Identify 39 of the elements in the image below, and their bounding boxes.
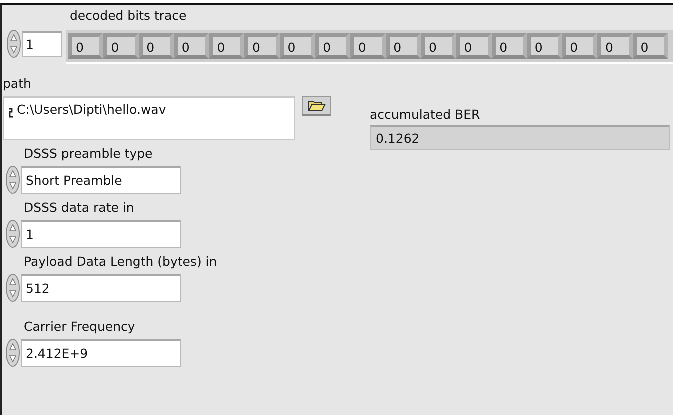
input-field[interactable]: 512	[21, 274, 181, 302]
increment-arrows-icon[interactable]	[6, 274, 20, 302]
increment-arrows-icon[interactable]	[6, 339, 20, 367]
path-label: path	[3, 76, 32, 92]
input-field[interactable]: Short Preamble	[21, 166, 181, 194]
increment-arrows-icon[interactable]	[7, 30, 21, 58]
array-element: 0	[209, 33, 244, 59]
path-value: C:\Users\Dipti\hello.wav	[17, 102, 166, 117]
array-element: 0	[350, 33, 386, 59]
index-field[interactable]: 1	[22, 31, 62, 57]
increment-arrows-icon[interactable]	[6, 220, 20, 248]
indicator-label: accumulated BER	[370, 107, 480, 123]
array-element: 0	[315, 33, 350, 59]
input-field[interactable]: 1	[21, 220, 181, 248]
array-element: 0	[280, 33, 316, 59]
ber-indicator: 0.1262	[370, 125, 670, 150]
control-label: Carrier Frequency	[24, 319, 136, 335]
array-element: 0	[526, 33, 562, 59]
array-element: 0	[597, 33, 633, 59]
control-label: DSSS preamble type	[24, 146, 153, 162]
array-element: 0	[138, 33, 174, 59]
array-element: 0	[456, 33, 492, 59]
array-element: 0	[174, 33, 210, 59]
array-element: 0	[68, 33, 104, 59]
folder-icon[interactable]	[302, 96, 331, 116]
array-element: 0	[386, 33, 421, 59]
array-element: 0	[420, 33, 456, 59]
increment-arrows-icon[interactable]	[6, 166, 20, 194]
array-label: decoded bits trace	[70, 8, 187, 24]
path-icon	[8, 108, 14, 118]
control-label: DSSS data rate in	[24, 200, 134, 216]
control-label: Payload Data Length (bytes) in	[24, 254, 218, 270]
array-element: 0	[492, 33, 527, 59]
array-element: 0	[632, 33, 668, 59]
path-field[interactable]: C:\Users\Dipti\hello.wav	[3, 96, 295, 140]
input-field[interactable]: 2.412E+9	[21, 339, 181, 367]
array-element: 0	[103, 33, 139, 59]
array-element: 0	[562, 33, 598, 59]
array-element: 0	[244, 33, 280, 59]
